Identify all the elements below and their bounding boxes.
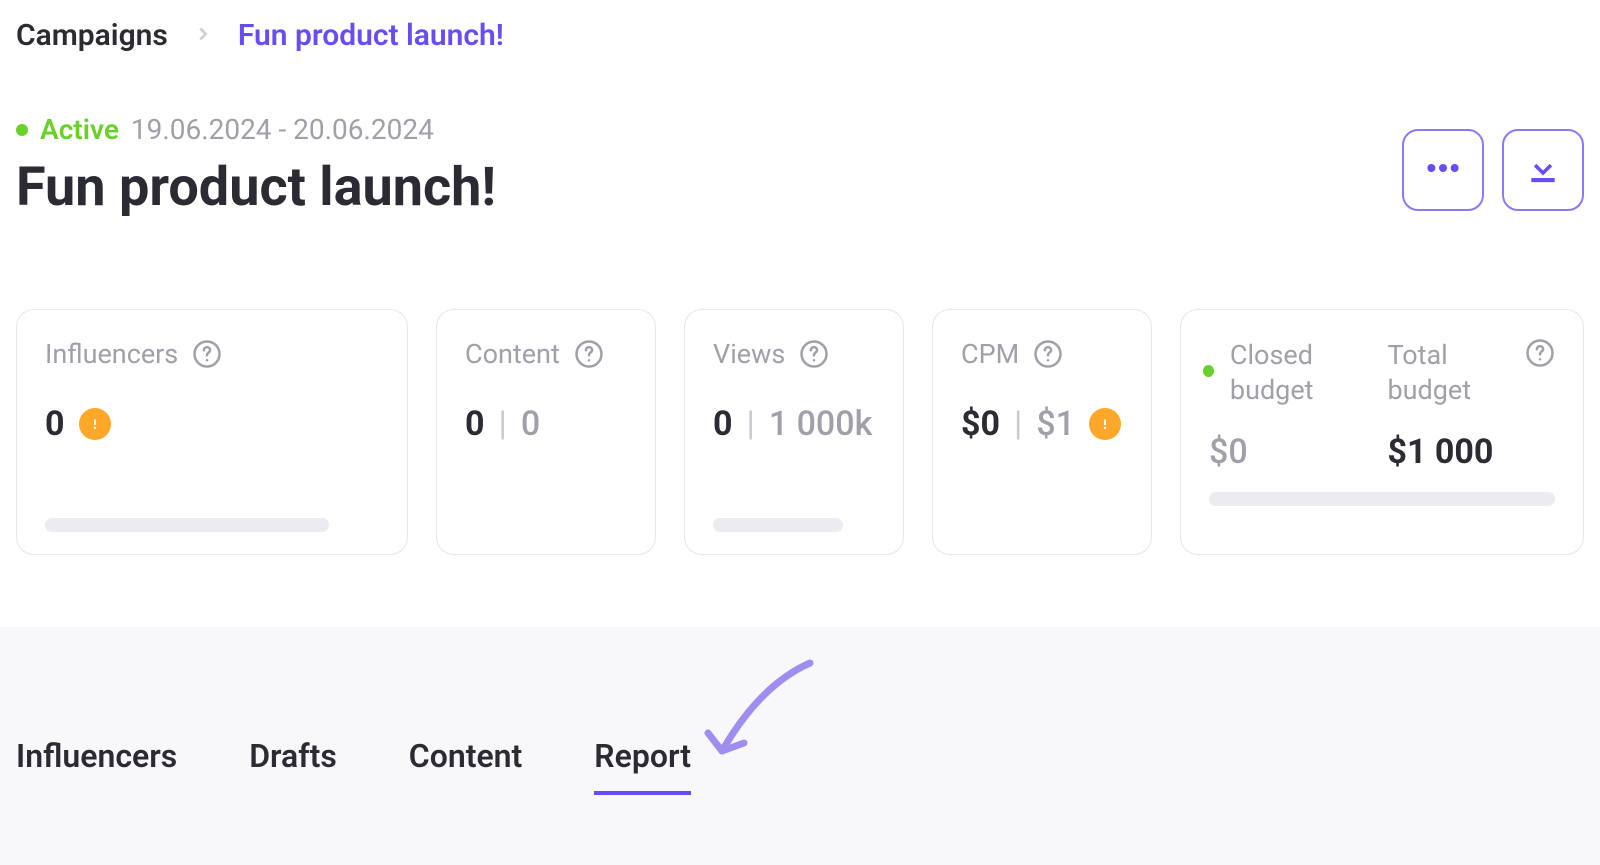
status-line: Active 19.06.2024 - 20.06.2024 bbox=[16, 113, 496, 146]
value-separator: | bbox=[747, 404, 755, 444]
value-separator: | bbox=[1014, 404, 1022, 444]
card-value: 0 bbox=[465, 404, 485, 444]
card-label: Influencers bbox=[45, 338, 178, 370]
card-budget: Closed budget $0 Total budget $1 000 bbox=[1180, 309, 1584, 555]
card-value: 0 bbox=[713, 404, 733, 444]
card-label: CPM bbox=[961, 338, 1019, 370]
total-budget-label: Total budget bbox=[1387, 338, 1525, 408]
more-actions-button[interactable] bbox=[1402, 129, 1484, 211]
help-icon[interactable] bbox=[574, 339, 604, 369]
card-value: $0 bbox=[961, 404, 1000, 444]
help-icon[interactable] bbox=[1033, 339, 1063, 369]
closed-budget-label: Closed budget bbox=[1230, 338, 1388, 408]
help-icon[interactable] bbox=[799, 339, 829, 369]
status-dot-icon bbox=[16, 124, 28, 136]
progress-bar bbox=[45, 518, 329, 532]
card-target: $1 bbox=[1036, 404, 1075, 444]
card-target: 1 000k bbox=[769, 404, 872, 444]
tab-content[interactable]: Content bbox=[409, 737, 523, 795]
status-dot-icon bbox=[1203, 365, 1214, 377]
metrics-cards: Influencers 0 Content 0 bbox=[16, 309, 1584, 555]
value-separator: | bbox=[499, 404, 507, 444]
card-cpm: CPM $0 | $1 bbox=[932, 309, 1152, 555]
closed-budget-value: $0 bbox=[1209, 432, 1387, 472]
card-value: 0 bbox=[45, 404, 65, 444]
warning-icon[interactable] bbox=[1089, 408, 1121, 440]
breadcrumb: Campaigns Fun product launch! bbox=[16, 18, 1584, 53]
help-icon[interactable] bbox=[192, 339, 222, 369]
tab-influencers[interactable]: Influencers bbox=[16, 737, 177, 795]
total-budget-value: $1 000 bbox=[1387, 432, 1525, 472]
progress-bar bbox=[1209, 492, 1555, 506]
tabs: Influencers Drafts Content Report bbox=[16, 737, 1584, 795]
date-range: 19.06.2024 - 20.06.2024 bbox=[131, 113, 434, 146]
breadcrumb-current[interactable]: Fun product launch! bbox=[238, 18, 504, 53]
tab-report[interactable]: Report bbox=[594, 737, 691, 795]
download-button[interactable] bbox=[1502, 129, 1584, 211]
card-content: Content 0 | 0 bbox=[436, 309, 656, 555]
dots-horizontal-icon bbox=[1423, 148, 1463, 192]
warning-icon[interactable] bbox=[79, 408, 111, 440]
chevron-right-icon bbox=[192, 19, 214, 52]
tab-drafts[interactable]: Drafts bbox=[249, 737, 337, 795]
card-influencers: Influencers 0 bbox=[16, 309, 408, 555]
progress-bar bbox=[713, 518, 843, 532]
help-icon[interactable] bbox=[1525, 338, 1555, 368]
status-text: Active bbox=[40, 113, 119, 146]
card-target: 0 bbox=[521, 404, 540, 444]
card-views: Views 0 | 1 000k bbox=[684, 309, 904, 555]
breadcrumb-root[interactable]: Campaigns bbox=[16, 18, 168, 53]
download-icon bbox=[1523, 148, 1563, 192]
card-label: Content bbox=[465, 338, 560, 370]
card-label: Views bbox=[713, 338, 785, 370]
tabs-section: Influencers Drafts Content Report bbox=[0, 627, 1600, 865]
page-title: Fun product launch! bbox=[16, 156, 496, 219]
